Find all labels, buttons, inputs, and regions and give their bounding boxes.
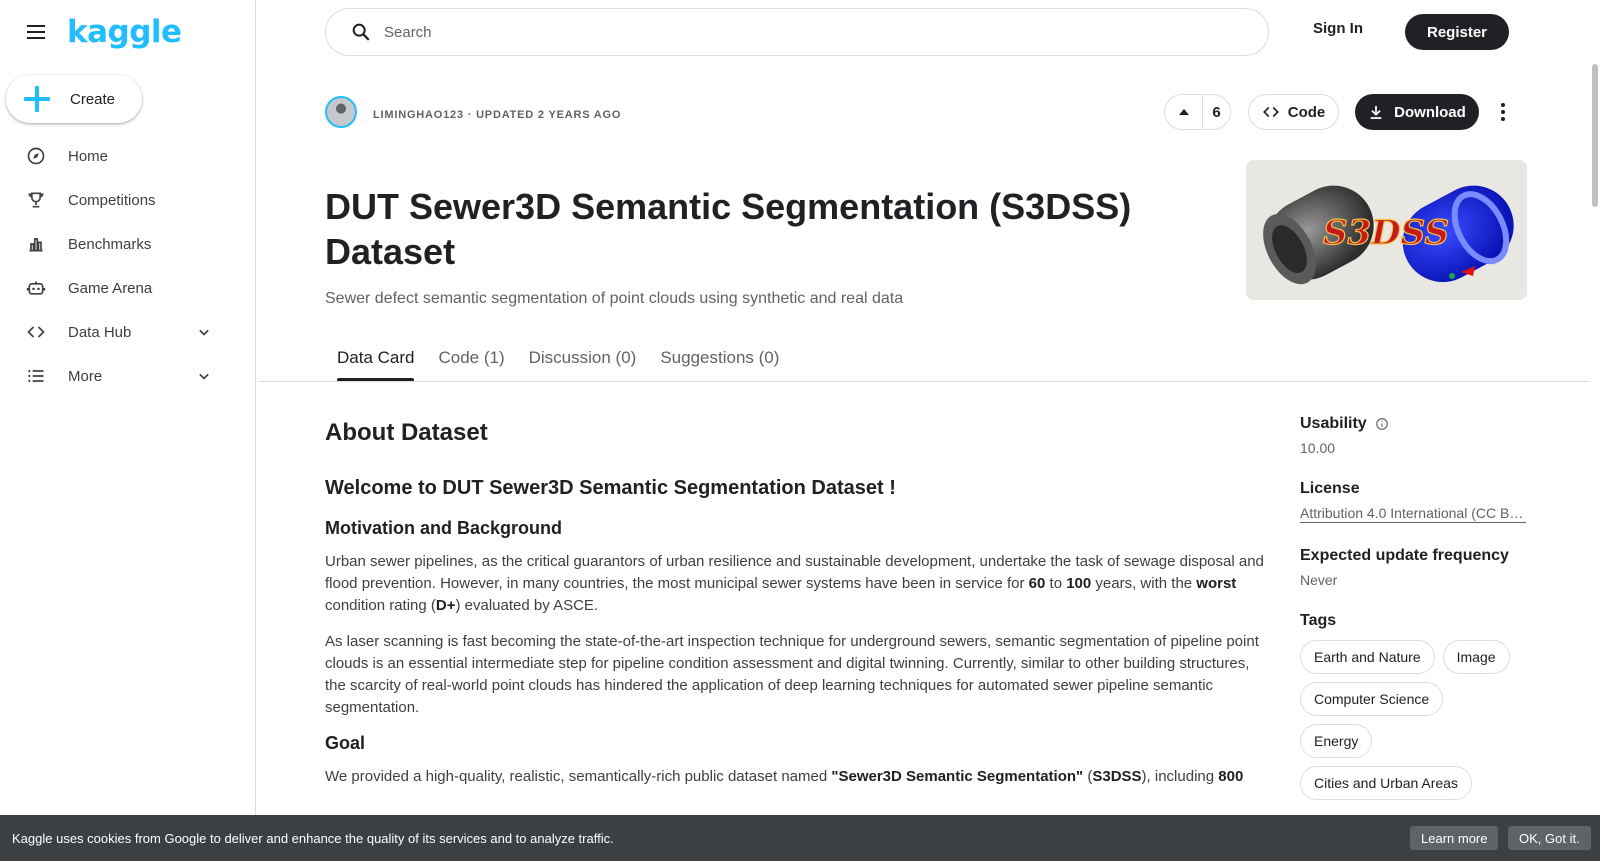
chevron-down-icon[interactable]	[194, 366, 214, 386]
search-input[interactable]	[384, 23, 1184, 41]
bold-text: D+	[435, 597, 456, 614]
create-button[interactable]: Create	[6, 75, 142, 123]
page-title: DUT Sewer3D Semantic Segmentation (S3DSS…	[325, 186, 1132, 272]
usability-label-text: Usability	[1300, 415, 1367, 432]
bar-chart-icon	[29, 238, 43, 252]
tab-data-card[interactable]: Data Card	[325, 340, 426, 382]
license-link[interactable]: Attribution 4.0 International (CC BY 4.0…	[1300, 505, 1526, 523]
search-icon	[352, 23, 370, 41]
avatar[interactable]	[325, 96, 357, 128]
tag-chip[interactable]: Image	[1442, 640, 1510, 674]
license-label: License	[1300, 480, 1360, 497]
motivation-paragraph-1: Urban sewer pipelines, as the critical g…	[325, 551, 1270, 617]
bold-text: S3DSS	[1092, 768, 1142, 785]
bold-text: 60	[1028, 575, 1046, 592]
sidebar-item-more[interactable]: More	[0, 354, 256, 398]
update-frequency-label: Expected update frequency	[1300, 547, 1509, 564]
upvote-button[interactable]	[1165, 95, 1203, 129]
tab-bar: Data Card Code (1) Discussion (0) Sugges…	[325, 340, 791, 382]
text-run: ) evaluated by ASCE.	[455, 597, 599, 614]
sidebar-nav: Home Competitions Benchmarks Game Arena …	[0, 134, 256, 398]
trophy-icon	[28, 192, 44, 208]
code-brackets-icon	[1262, 106, 1279, 118]
cover-illustration: S3DSS	[1246, 160, 1527, 300]
page-subtitle: Sewer defect semantic segmentation of po…	[325, 290, 904, 307]
more-vert-icon[interactable]	[1491, 100, 1515, 124]
motivation-heading: Motivation and Background	[325, 518, 563, 538]
update-frequency-value: Never	[1300, 572, 1338, 588]
bold-text: "Sewer3D Semantic Segmentation"	[831, 768, 1084, 785]
tab-divider	[258, 381, 1590, 382]
sidebar-item-label: More	[68, 367, 103, 385]
chevron-down-icon[interactable]	[194, 322, 214, 342]
kaggle-logo[interactable]: kaggle	[67, 14, 182, 50]
author-updated-line: LIMINGHAO123 · UPDATED 2 YEARS AGO	[373, 109, 622, 121]
code-brackets-icon	[27, 326, 45, 338]
sidebar-item-game-arena[interactable]: Game Arena	[0, 266, 256, 310]
goal-heading: Goal	[325, 733, 366, 753]
goal-paragraph: We provided a high-quality, realistic, s…	[325, 766, 1270, 788]
list-icon	[28, 369, 44, 383]
sidebar-item-label: Game Arena	[68, 279, 153, 297]
tab-suggestions[interactable]: Suggestions (0)	[648, 340, 791, 382]
register-button[interactable]: Register	[1405, 14, 1509, 50]
data-card-content: About Dataset Welcome to DUT Sewer3D Sem…	[325, 405, 1270, 802]
sidebar-item-data-hub[interactable]: Data Hub	[0, 310, 256, 354]
sign-in-link[interactable]: Sign In	[1313, 20, 1363, 37]
vote-count: 6	[1212, 103, 1221, 121]
tab-discussion[interactable]: Discussion (0)	[517, 340, 649, 382]
sidebar-item-label: Home	[68, 147, 109, 165]
sidebar-item-label: Data Hub	[68, 323, 132, 341]
bold-text: worst	[1196, 575, 1237, 592]
upvote-group: 6	[1164, 94, 1231, 130]
text-run: (	[1083, 768, 1093, 785]
tag-chip[interactable]: Energy	[1300, 724, 1373, 758]
code-button[interactable]: Code	[1248, 94, 1339, 130]
download-button-label: Download	[1394, 103, 1466, 121]
text-run: to	[1045, 575, 1067, 592]
bold-text: 100	[1066, 575, 1092, 592]
text-run: We provided a high-quality, realistic, s…	[325, 768, 832, 785]
search-bar[interactable]	[325, 8, 1269, 56]
tags-label: Tags	[1300, 612, 1337, 629]
text-run: years, with the	[1091, 575, 1197, 592]
scrollbar-thumb[interactable]	[1592, 64, 1598, 207]
text-run: condition rating (	[325, 597, 436, 614]
sidebar-item-benchmarks[interactable]: Benchmarks	[0, 222, 256, 266]
sidebar-item-competitions[interactable]: Competitions	[0, 178, 256, 222]
tag-chip[interactable]: Cities and Urban Areas	[1300, 766, 1472, 800]
text-run: ), including	[1141, 768, 1219, 785]
usability-value: 10.00	[1300, 440, 1336, 456]
plus-icon	[24, 86, 50, 112]
motivation-paragraph-2: As laser scanning is fast becoming the s…	[325, 633, 1259, 716]
dataset-cover-image: S3DSS	[1246, 160, 1527, 300]
bold-text: 800	[1218, 768, 1244, 785]
sidebar-item-home[interactable]: Home	[0, 134, 256, 178]
menu-icon[interactable]	[24, 20, 48, 44]
sidebar: kaggle Create Home Competitions Benchmar…	[0, 0, 256, 861]
code-button-label: Code	[1287, 103, 1326, 121]
metadata-panel: Usability 10.00 License Attribution 4.0 …	[1300, 415, 1530, 808]
about-heading: About Dataset	[325, 419, 488, 446]
cover-text: S3DSS	[1323, 213, 1449, 253]
ok-got-it-button[interactable]: OK, Got it.	[1508, 826, 1591, 850]
sidebar-item-label: Competitions	[68, 191, 156, 209]
tag-list: Earth and Nature Image Computer Science …	[1300, 640, 1530, 808]
sidebar-item-label: Benchmarks	[68, 235, 152, 253]
tag-chip[interactable]: Earth and Nature	[1300, 640, 1435, 674]
compass-icon	[27, 147, 45, 165]
welcome-heading: Welcome to DUT Sewer3D Semantic Segmenta…	[325, 477, 896, 499]
tag-chip[interactable]: Computer Science	[1300, 682, 1444, 716]
cookie-banner: Kaggle uses cookies from Google to deliv…	[0, 815, 1600, 861]
cookie-message: Kaggle uses cookies from Google to deliv…	[12, 830, 614, 846]
download-icon	[1370, 106, 1382, 119]
robot-icon	[26, 281, 46, 295]
download-button[interactable]: Download	[1355, 94, 1479, 130]
tab-code[interactable]: Code (1)	[426, 340, 516, 382]
usability-label: Usability	[1300, 415, 1530, 433]
info-icon[interactable]	[1375, 417, 1389, 431]
create-label: Create	[70, 90, 116, 108]
learn-more-button[interactable]: Learn more	[1410, 826, 1499, 850]
